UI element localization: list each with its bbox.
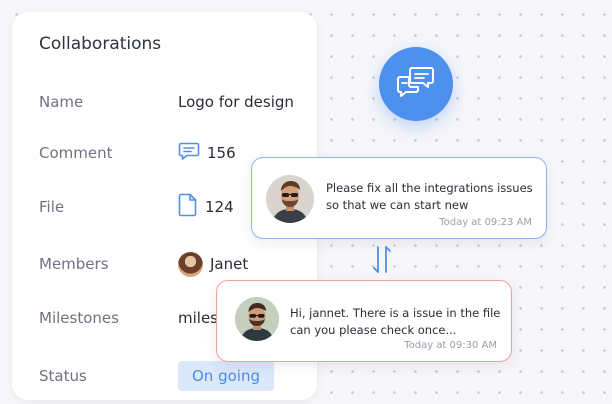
message-text: Hi, jannet. There is a issue in the file… <box>290 306 501 337</box>
members-label: Members <box>39 255 109 273</box>
row-name: Name Logo for design <box>39 87 317 117</box>
milestones-label: Milestones <box>39 309 119 327</box>
card-title: Collaborations <box>39 34 162 54</box>
swap-arrows-icon <box>371 243 393 276</box>
members-value-group[interactable]: Janet <box>178 249 248 279</box>
file-value-group: 124 <box>178 192 234 222</box>
milestones-value: miles <box>178 309 218 327</box>
message-time: Today at 09:23 AM <box>439 217 532 228</box>
status-badge[interactable]: On going <box>178 361 274 391</box>
file-icon <box>178 193 198 221</box>
file-count: 124 <box>205 198 234 216</box>
status-label: Status <box>39 367 87 385</box>
chat-button[interactable] <box>379 47 453 121</box>
name-label: Name <box>39 93 84 111</box>
chat-bubbles-icon <box>396 65 436 103</box>
row-status: Status On going <box>39 361 317 391</box>
file-label: File <box>39 198 65 216</box>
member-avatar <box>178 251 203 277</box>
comment-value-group: 156 <box>178 138 236 168</box>
avatar <box>235 297 279 341</box>
message-time: Today at 09:30 AM <box>404 340 497 351</box>
avatar <box>266 175 314 223</box>
message-card[interactable]: Hi, jannet. There is a issue in the file… <box>216 280 512 362</box>
status-value-group: On going <box>178 361 274 391</box>
comment-icon <box>178 141 200 165</box>
row-members: Members Janet <box>39 249 317 279</box>
comment-label: Comment <box>39 144 113 162</box>
message-text: Please fix all the integrations issues s… <box>326 181 533 212</box>
message-card[interactable]: Please fix all the integrations issues s… <box>251 157 547 239</box>
name-value: Logo for design <box>178 93 294 111</box>
comment-count: 156 <box>207 144 236 162</box>
member-name: Janet <box>210 255 249 273</box>
